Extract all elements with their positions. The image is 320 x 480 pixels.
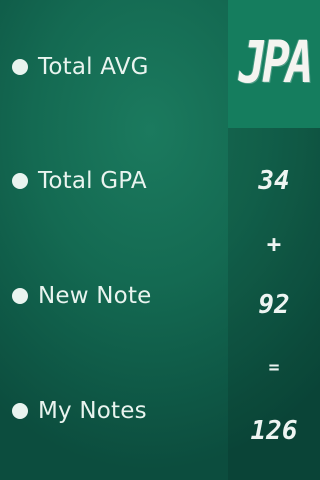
plus-sign: + [266,230,282,258]
menu-item-label: My Notes [38,398,147,424]
bullet-dot-icon [12,173,28,189]
menu-item-label: Total GPA [38,168,147,194]
calculation-panel: JPA 34 + 92 = 126 [228,0,320,480]
panel-header: JPA [228,0,320,128]
navigation-menu: Total AVG Total GPA New Note My Notes [0,0,228,480]
bullet-dot-icon [12,59,28,75]
menu-item-new-note[interactable]: New Note [12,276,222,316]
menu-item-total-gpa[interactable]: Total GPA [12,161,222,201]
bullet-dot-icon [12,288,28,304]
menu-item-label: New Note [38,283,152,309]
bullet-dot-icon [12,403,28,419]
first-value: 34 [258,166,290,196]
menu-item-label: Total AVG [38,54,149,80]
result-value: 126 [250,416,298,446]
equals-sign: = [268,357,280,378]
menu-item-my-notes[interactable]: My Notes [12,391,222,431]
second-value: 92 [258,290,290,320]
menu-item-total-avg[interactable]: Total AVG [12,47,222,87]
app-logo: JPA [238,28,313,96]
